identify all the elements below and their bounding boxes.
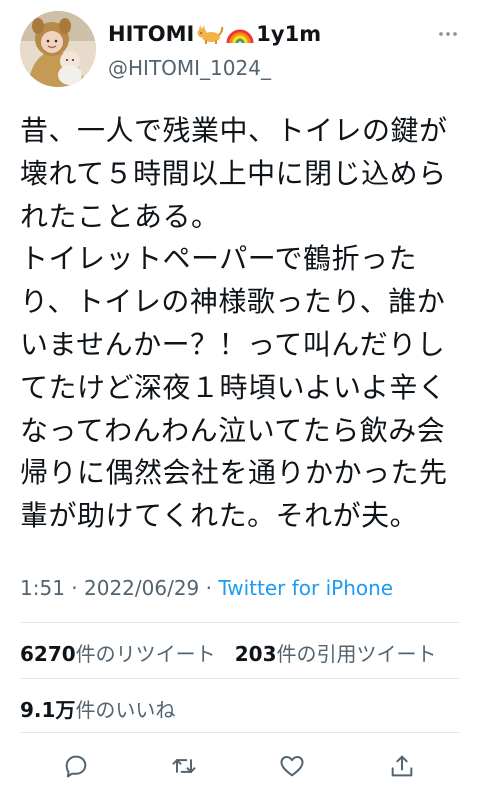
likes-label: 件のいいね [75, 698, 176, 722]
divider [20, 622, 460, 623]
likes-count: 9.1万 [20, 698, 76, 722]
tweet-date[interactable]: 2022/06/29 [84, 576, 199, 600]
tweet-source-link[interactable]: Twitter for iPhone [218, 576, 393, 600]
rainbow-icon [226, 23, 254, 45]
tweet-text: 昔、一人で残業中、トイレの鍵が壊れて５時間以上中に閉じ込められたことある。 トイ… [20, 114, 448, 533]
share-icon[interactable] [388, 752, 416, 780]
quotes-label: 件の引用ツイート [276, 642, 437, 666]
retweet-icon[interactable] [170, 752, 198, 780]
tweet-header: HITOMI 1y1m @HITOMI_1024_ [20, 10, 460, 90]
cat-icon [196, 23, 224, 45]
tweet-time[interactable]: 1:51 [20, 576, 65, 600]
display-name[interactable]: HITOMI 1y1m [108, 22, 321, 46]
likes-stats-row: 9.1万件のいいね [20, 694, 175, 723]
user-handle[interactable]: @HITOMI_1024_ [108, 56, 271, 80]
meta-separator: · [199, 576, 219, 600]
quotes-stat[interactable]: 203件の引用ツイート [235, 642, 437, 666]
meta-separator: · [64, 576, 84, 600]
retweet-stats-row: 6270件のリツイート 203件の引用ツイート [20, 638, 437, 667]
display-name-suffix: 1y1m [256, 22, 322, 46]
tweet-meta: 1:51 · 2022/06/29 · Twitter for iPhone [20, 576, 393, 600]
action-bar [20, 746, 460, 782]
display-name-text: HITOMI [108, 22, 195, 46]
retweets-count: 6270 [20, 642, 76, 666]
reply-icon[interactable] [62, 752, 90, 780]
more-icon[interactable] [436, 22, 460, 46]
likes-stat[interactable]: 9.1万件のいいね [20, 698, 175, 722]
retweets-label: 件のリツイート [75, 642, 216, 666]
avatar[interactable] [20, 11, 96, 87]
divider [20, 678, 460, 679]
retweets-stat[interactable]: 6270件のリツイート [20, 642, 216, 666]
like-icon[interactable] [278, 752, 306, 780]
divider [20, 732, 460, 733]
quotes-count: 203 [234, 642, 277, 666]
